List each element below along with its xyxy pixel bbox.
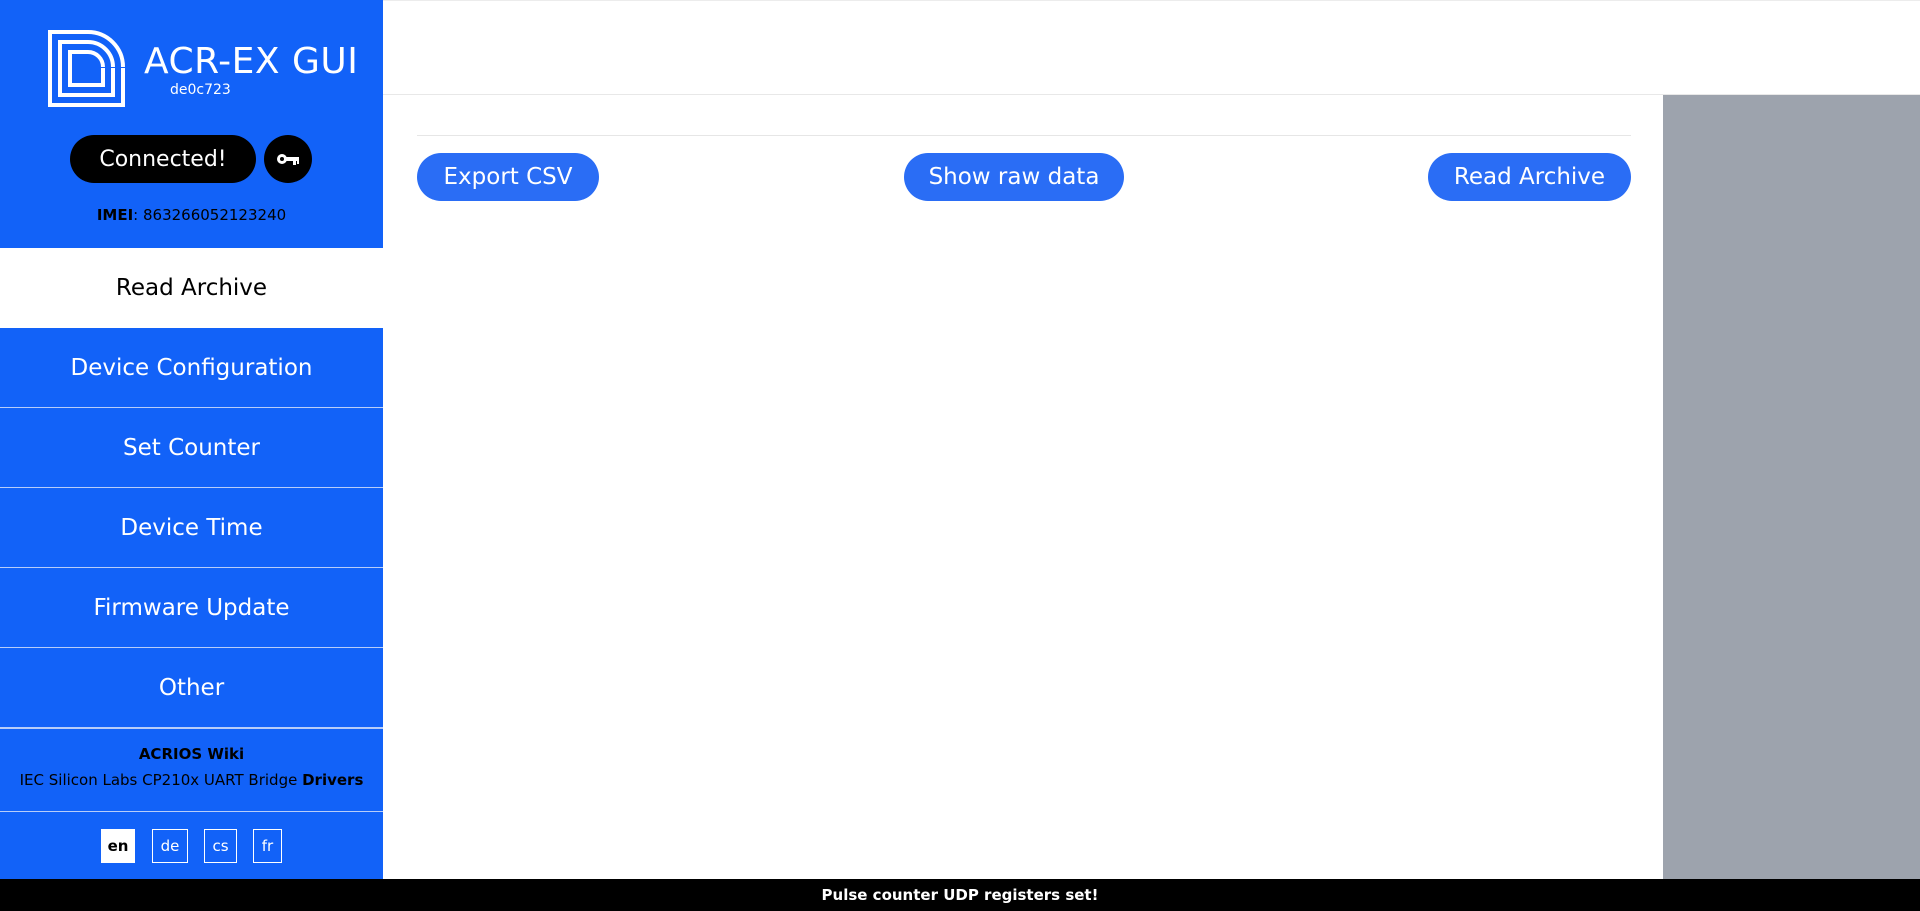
drivers-link[interactable]: Drivers bbox=[302, 771, 363, 789]
sidebar-footer: ACRIOS Wiki IEC Silicon Labs CP210x UART… bbox=[0, 728, 383, 812]
drivers-text: IEC Silicon Labs CP210x UART Bridge bbox=[19, 771, 298, 789]
sidebar: ACR-EX GUI de0c723 Connected! IMEI: 8632… bbox=[0, 0, 383, 879]
status-bar: Pulse counter UDP registers set! bbox=[0, 879, 1920, 911]
sidebar-item-set-counter[interactable]: Set Counter bbox=[0, 408, 383, 488]
show-raw-data-button[interactable]: Show raw data bbox=[904, 153, 1124, 201]
export-csv-button[interactable]: Export CSV bbox=[417, 153, 599, 201]
sidebar-item-device-time[interactable]: Device Time bbox=[0, 488, 383, 568]
connection-status-button[interactable]: Connected! bbox=[70, 135, 256, 183]
top-bar bbox=[383, 0, 1920, 95]
read-archive-button[interactable]: Read Archive bbox=[1428, 153, 1631, 201]
imei-label: IMEI bbox=[96, 206, 134, 224]
wiki-link[interactable]: ACRIOS Wiki bbox=[0, 745, 383, 763]
language-selector: en de cs fr bbox=[0, 829, 383, 863]
imei-value: 863266052123240 bbox=[143, 206, 287, 224]
key-icon bbox=[277, 154, 299, 165]
imei-row: IMEI: 863266052123240 bbox=[96, 206, 287, 224]
key-button[interactable] bbox=[264, 135, 312, 183]
app-version: de0c723 bbox=[170, 82, 231, 98]
sidebar-item-device-configuration[interactable]: Device Configuration bbox=[0, 328, 383, 408]
main-content: Export CSV Show raw data Read Archive bbox=[383, 95, 1663, 879]
acrios-logo-icon bbox=[48, 30, 125, 107]
lang-button-cs[interactable]: cs bbox=[204, 829, 237, 863]
lang-button-de[interactable]: de bbox=[152, 829, 188, 863]
lang-button-fr[interactable]: fr bbox=[253, 829, 282, 863]
content-divider bbox=[417, 135, 1631, 136]
right-panel bbox=[1663, 95, 1920, 879]
sidebar-item-firmware-update[interactable]: Firmware Update bbox=[0, 568, 383, 648]
sidebar-item-other[interactable]: Other bbox=[0, 648, 383, 728]
drivers-line: IEC Silicon Labs CP210x UART Bridge Driv… bbox=[0, 771, 383, 789]
brand: ACR-EX GUI de0c723 bbox=[48, 30, 358, 110]
app-title: ACR-EX GUI bbox=[144, 41, 359, 82]
lang-button-en[interactable]: en bbox=[101, 829, 135, 863]
sidebar-nav: Read Archive Device Configuration Set Co… bbox=[0, 248, 383, 728]
sidebar-item-read-archive[interactable]: Read Archive bbox=[0, 248, 383, 328]
